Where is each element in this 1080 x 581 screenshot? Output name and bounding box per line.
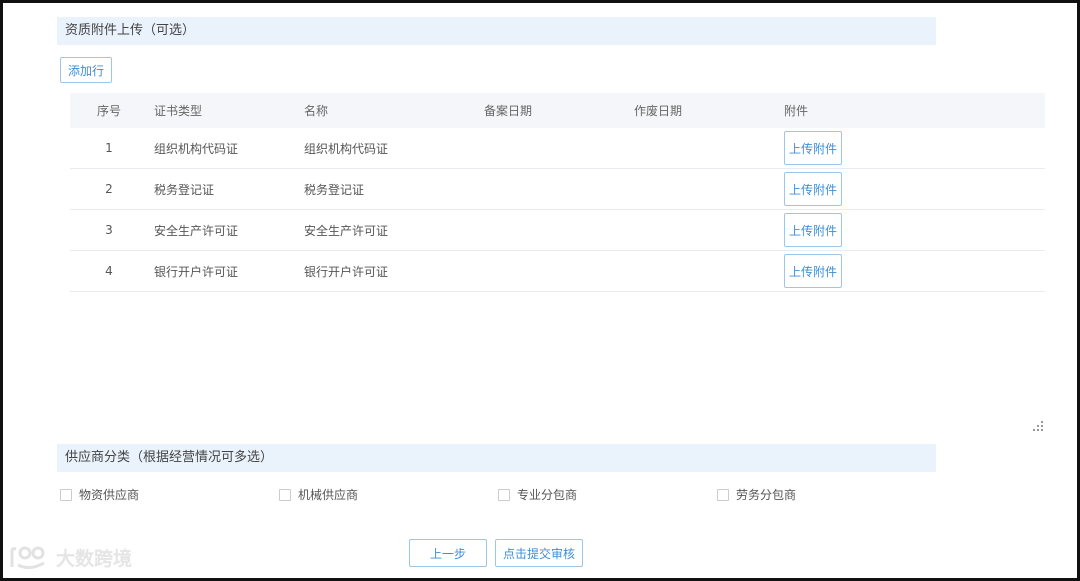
row-void-date[interactable] — [628, 250, 778, 292]
column-header-name: 名称 — [298, 93, 478, 128]
column-header-attachment: 附件 — [778, 93, 1045, 128]
row-cert-type: 税务登记证 — [148, 168, 298, 210]
row-cert-type: 组织机构代码证 — [148, 128, 298, 169]
row-filing-date[interactable] — [478, 209, 628, 251]
category-option-materials[interactable]: 物资供应商 — [60, 486, 139, 503]
column-header-void-date: 作废日期 — [628, 93, 778, 128]
row-index: 4 — [70, 250, 148, 292]
previous-step-button[interactable]: 上一步 — [409, 539, 487, 567]
row-filing-date[interactable] — [478, 250, 628, 292]
column-header-index: 序号 — [70, 93, 148, 128]
category-option-machinery[interactable]: 机械供应商 — [279, 486, 358, 503]
upload-attachment-button[interactable]: 上传附件 — [784, 213, 842, 247]
category-option-label: 专业分包商 — [517, 488, 578, 502]
resize-handle-icon[interactable] — [1032, 420, 1044, 432]
row-cert-type: 银行开户许可证 — [148, 250, 298, 292]
category-option-label: 劳务分包商 — [736, 488, 797, 502]
row-attachment-cell: 上传附件 — [778, 250, 1045, 292]
checkbox-icon[interactable] — [279, 488, 291, 501]
row-name: 安全生产许可证 — [298, 209, 478, 251]
checkbox-icon[interactable] — [498, 488, 510, 501]
certificate-table: 序号 证书类型 名称 备案日期 作废日期 附件 1 组织机构代码证 组织机构代码… — [70, 93, 1045, 292]
row-name: 组织机构代码证 — [298, 128, 478, 169]
table-header-row: 序号 证书类型 名称 备案日期 作废日期 附件 — [70, 93, 1045, 128]
row-index: 1 — [70, 128, 148, 169]
upload-attachment-button[interactable]: 上传附件 — [784, 172, 842, 206]
category-option-label: 物资供应商 — [79, 488, 140, 502]
row-name: 银行开户许可证 — [298, 250, 478, 292]
category-option-specialty-subcontractor[interactable]: 专业分包商 — [498, 486, 577, 503]
watermark: 大数跨境 — [8, 544, 132, 571]
row-name: 税务登记证 — [298, 168, 478, 210]
column-header-filing-date: 备案日期 — [478, 93, 628, 128]
row-attachment-cell: 上传附件 — [778, 209, 1045, 251]
row-index: 3 — [70, 209, 148, 251]
upload-attachment-button[interactable]: 上传附件 — [784, 254, 842, 288]
add-row-button[interactable]: 添加行 — [60, 57, 112, 83]
row-attachment-cell: 上传附件 — [778, 128, 1045, 169]
column-header-cert-type: 证书类型 — [148, 93, 298, 128]
row-void-date[interactable] — [628, 128, 778, 169]
checkbox-icon[interactable] — [60, 488, 72, 501]
table-row: 1 组织机构代码证 组织机构代码证 上传附件 — [70, 128, 1045, 169]
supplier-category-options: 物资供应商 机械供应商 专业分包商 劳务分包商 — [60, 486, 940, 504]
category-option-labor-subcontractor[interactable]: 劳务分包商 — [717, 486, 796, 503]
table-row: 2 税务登记证 税务登记证 上传附件 — [70, 168, 1045, 210]
checkbox-icon[interactable] — [717, 488, 729, 501]
row-void-date[interactable] — [628, 209, 778, 251]
supplier-category-section-title: 供应商分类（根据经营情况可多选） — [57, 444, 936, 472]
row-void-date[interactable] — [628, 168, 778, 210]
row-filing-date[interactable] — [478, 168, 628, 210]
watermark-text: 大数跨境 — [56, 548, 133, 570]
category-option-label: 机械供应商 — [298, 488, 359, 502]
table-row: 4 银行开户许可证 银行开户许可证 上传附件 — [70, 250, 1045, 292]
row-attachment-cell: 上传附件 — [778, 168, 1045, 210]
qualification-section-title: 资质附件上传（可选） — [57, 17, 936, 45]
table-row: 3 安全生产许可证 安全生产许可证 上传附件 — [70, 209, 1045, 251]
row-index: 2 — [70, 168, 148, 210]
row-cert-type: 安全生产许可证 — [148, 209, 298, 251]
watermark-logo-icon — [10, 546, 45, 569]
submit-review-button[interactable]: 点击提交审核 — [495, 539, 583, 567]
row-filing-date[interactable] — [478, 128, 628, 169]
upload-attachment-button[interactable]: 上传附件 — [784, 131, 842, 165]
